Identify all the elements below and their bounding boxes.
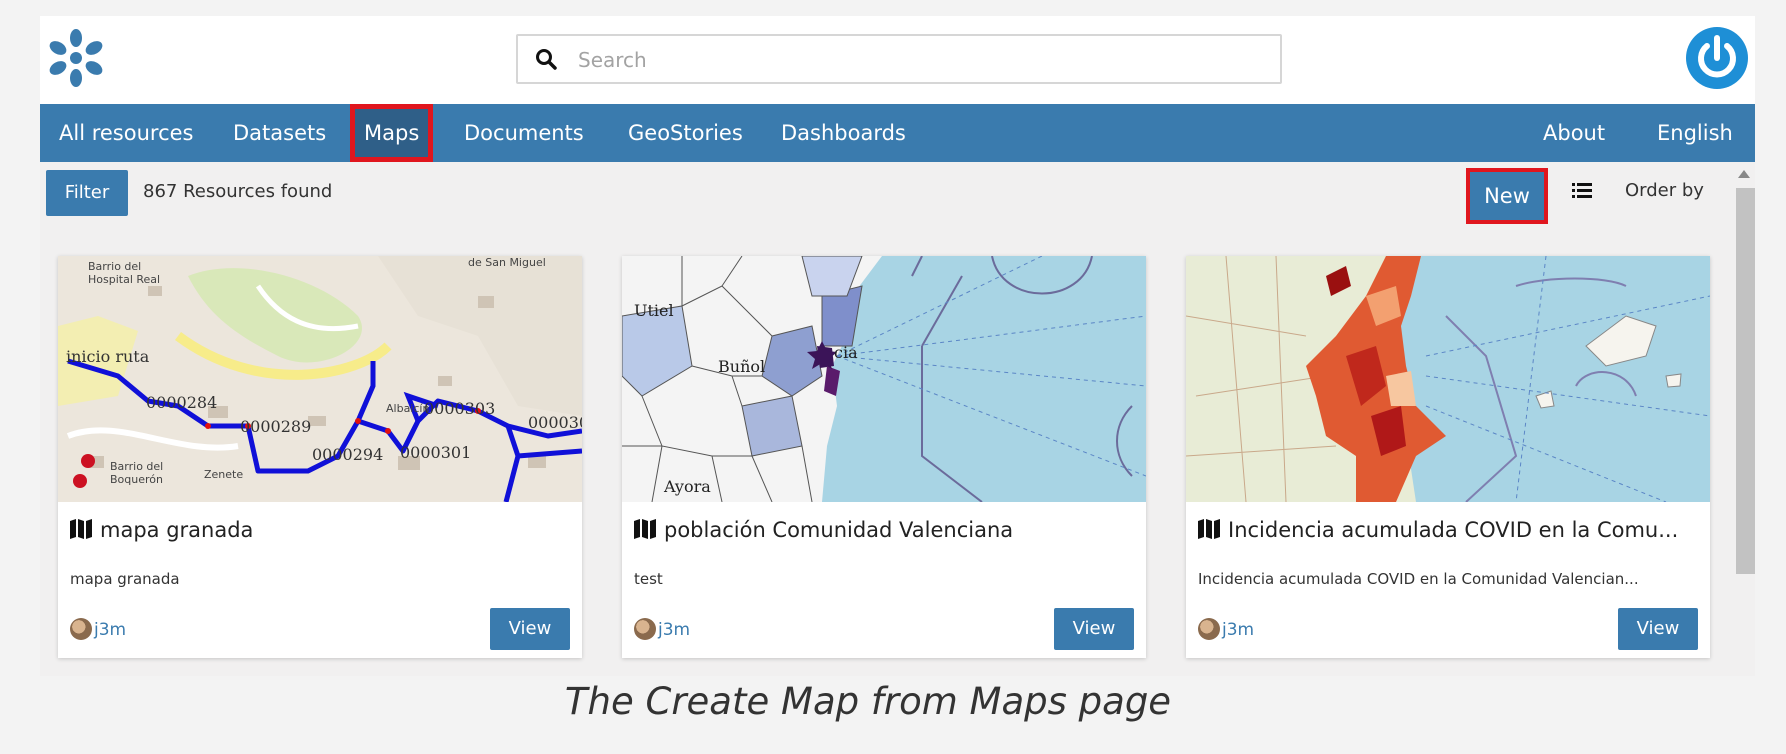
card-title[interactable]: población Comunidad Valenciana [634, 518, 1134, 542]
owner-name: j3m [94, 620, 127, 640]
search-icon [536, 49, 557, 70]
map-label: Hospital Real [88, 273, 160, 286]
scroll-thumb[interactable] [1736, 188, 1755, 574]
card-owner[interactable]: j3m [634, 618, 690, 640]
map-icon [634, 519, 656, 539]
geonode-logo-icon[interactable] [44, 26, 108, 90]
card-description: test [634, 570, 663, 588]
view-button[interactable]: View [1054, 608, 1134, 650]
card-title[interactable]: Incidencia acumulada COVID en la Comu... [1198, 518, 1698, 542]
map-label: de San Miguel [468, 256, 546, 269]
map-thumbnail-valencia-population[interactable]: Utiel Buñol Ayora cia [622, 256, 1146, 502]
scroll-up-arrow-icon[interactable] [1738, 170, 1750, 178]
map-label: Buñol [718, 357, 765, 376]
nav-maps[interactable]: Maps [350, 104, 434, 162]
map-label: 0000289 [240, 417, 311, 436]
main-nav: All resources Datasets Maps Documents Ge… [40, 104, 1755, 162]
search-input[interactable]: Search [516, 34, 1282, 84]
map-label: Boquerón [110, 473, 163, 486]
map-label: Utiel [634, 301, 674, 320]
filter-button[interactable]: Filter [46, 170, 128, 216]
power-icon[interactable] [1685, 26, 1749, 90]
map-thumbnail-granada[interactable]: inicio ruta 0000284 0000289 0000294 0000… [58, 256, 582, 502]
map-label: 0000284 [146, 393, 217, 412]
view-button[interactable]: View [1618, 608, 1698, 650]
map-label: 000030 [528, 413, 582, 432]
card-owner[interactable]: j3m [1198, 618, 1254, 640]
order-by-dropdown[interactable]: Order by [1625, 180, 1704, 201]
card-description: Incidencia acumulada COVID en la Comunid… [1198, 570, 1639, 588]
map-label: Ayora [663, 477, 711, 496]
nav-documents[interactable]: Documents [464, 104, 584, 162]
map-label: Barrio del [110, 460, 163, 473]
card-title-text: Incidencia acumulada COVID en la Comu... [1228, 518, 1679, 542]
card-title[interactable]: mapa granada [70, 518, 570, 542]
nav-about[interactable]: About [1543, 104, 1605, 162]
list-view-icon[interactable] [1572, 182, 1592, 200]
owner-name: j3m [658, 620, 691, 640]
map-label: Barrio del [88, 260, 141, 273]
view-button[interactable]: View [490, 608, 570, 650]
resource-card[interactable]: Utiel Buñol Ayora cia población Comunida… [622, 256, 1146, 658]
nav-all-resources[interactable]: All resources [59, 104, 193, 162]
avatar [70, 618, 92, 640]
card-title-text: mapa granada [100, 518, 254, 542]
card-title-text: población Comunidad Valenciana [664, 518, 1014, 542]
new-button[interactable]: New [1466, 168, 1548, 224]
map-label: cia [834, 343, 858, 362]
map-label: 0000294 [312, 445, 383, 464]
top-bar: Search [40, 16, 1755, 104]
map-label: inicio ruta [66, 347, 150, 366]
map-thumbnail-covid-incidence[interactable] [1186, 256, 1710, 502]
avatar [1198, 618, 1220, 640]
figure-caption: The Create Map from Maps page [564, 680, 1172, 723]
map-label: 0000303 [424, 399, 495, 418]
resource-card[interactable]: Incidencia acumulada COVID en la Comu...… [1186, 256, 1710, 658]
search-placeholder: Search [578, 48, 647, 72]
card-description: mapa granada [70, 570, 180, 588]
map-label: Albaicín [386, 402, 429, 415]
app-window: Search All resources Datasets Maps Docum… [40, 16, 1755, 676]
nav-geostories[interactable]: GeoStories [628, 104, 743, 162]
nav-dashboards[interactable]: Dashboards [781, 104, 906, 162]
resource-card[interactable]: inicio ruta 0000284 0000289 0000294 0000… [58, 256, 582, 658]
card-owner[interactable]: j3m [70, 618, 126, 640]
avatar [634, 618, 656, 640]
map-label: Zenete [204, 468, 243, 481]
resources-area: Filter 867 Resources found New Order by [40, 162, 1755, 676]
map-icon [70, 519, 92, 539]
map-icon [1198, 519, 1220, 539]
results-count: 867 Resources found [143, 181, 333, 202]
owner-name: j3m [1222, 620, 1255, 640]
nav-language[interactable]: English [1657, 104, 1733, 162]
nav-datasets[interactable]: Datasets [233, 104, 326, 162]
map-label: 0000301 [400, 443, 471, 462]
